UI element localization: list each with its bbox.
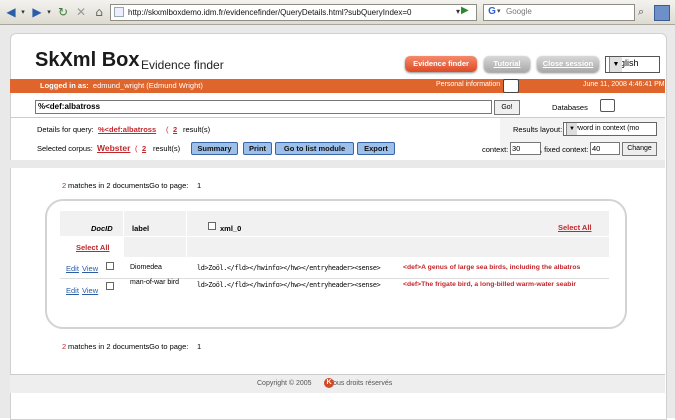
address-url: http://skxmlboxdemo.idm.fr/evidencefinde… <box>128 8 412 17</box>
goto-page-label-bottom: . Go to page: <box>145 342 189 351</box>
username: edmund_wright (Edmund Wright) <box>92 81 203 90</box>
logged-in-label: Logged in as: <box>40 81 89 90</box>
row-checkbox[interactable] <box>106 262 114 270</box>
export-button[interactable]: Export <box>357 142 395 155</box>
query-link[interactable]: %<def:albatross <box>98 125 156 134</box>
table-row: Edit View man-of-war bird ld>Zoöl.</fld>… <box>60 279 609 301</box>
count-open-paren: ( <box>166 125 169 134</box>
table-header-row: DocID label xml_0 Select All <box>60 211 609 236</box>
details-label: Details for query: <box>37 125 94 134</box>
row-checkbox[interactable] <box>106 282 114 290</box>
label-header: label <box>132 224 150 233</box>
back-dropdown-icon[interactable]: ▾ <box>19 4 27 20</box>
footer: Copyright © 2005 Tous droits réservés K <box>10 374 665 393</box>
corpus-link[interactable]: Webster <box>97 143 130 153</box>
stop-icon[interactable]: ✕ <box>74 4 88 20</box>
tutorial-button[interactable]: Tutorial <box>484 56 530 72</box>
view-link[interactable]: View <box>82 264 98 273</box>
goto-page-label: . Go to page: <box>145 181 189 190</box>
chevron-down-icon[interactable]: ▼ <box>566 123 577 135</box>
current-date: June 11, 2008 4:46:41 PM <box>583 81 665 88</box>
fixed-context-label: , fixed context: <box>540 145 589 154</box>
corpus-open-paren: ( <box>135 144 138 153</box>
personal-info-link[interactable]: Personal information <box>436 81 500 88</box>
result-count[interactable]: 2 <box>173 125 177 134</box>
search-placeholder: Google <box>506 7 532 16</box>
browser-toolbar: ◀ ▾ ▶ ▾ ↻ ✕ ⌂ http://skxmlboxdemo.idm.fr… <box>0 0 675 25</box>
corpus-label: Selected corpus: <box>37 144 93 153</box>
copyright-label: Copyright © 2005 <box>257 380 312 387</box>
row-label: Diomedea <box>130 264 162 271</box>
table-row: Edit View Diomedea ld>Zoöl.</fld></hwinf… <box>60 258 609 279</box>
address-dropdown-icon[interactable]: ▾ <box>456 7 460 16</box>
select-all-columns-link[interactable]: Select All <box>558 223 592 232</box>
page-number: 1 <box>197 181 202 190</box>
query-input[interactable]: %<def:albatross <box>35 100 492 114</box>
engine-dropdown-icon[interactable]: ▾ <box>497 7 501 15</box>
results-layout-label: Results layout: <box>513 125 563 134</box>
row-label: man-of-war bird <box>130 279 180 286</box>
xml-header: xml_0 <box>220 224 242 233</box>
edit-link[interactable]: Edit <box>66 264 79 273</box>
print-button[interactable]: Print <box>243 142 272 155</box>
edit-link[interactable]: Edit <box>66 286 79 295</box>
forward-dropdown-icon[interactable]: ▾ <box>45 4 53 20</box>
databases-icon[interactable] <box>600 99 615 112</box>
forward-icon[interactable]: ▶ <box>30 4 44 20</box>
context-input[interactable]: 30 <box>510 142 541 155</box>
go-button[interactable]: Go! <box>494 100 520 115</box>
row-hit: <def>A genus of large sea birds, includi… <box>403 264 581 271</box>
evidence-finder-button[interactable]: Evidence finder <box>405 56 477 72</box>
result-suffix: result(s) <box>183 125 211 134</box>
logged-in-info: Logged in as: edmund_wright (Edmund Wrig… <box>40 81 203 90</box>
matches-count: 2 <box>62 181 67 190</box>
chevron-down-icon[interactable]: ▼ <box>609 57 622 72</box>
extension-icon[interactable] <box>654 5 670 21</box>
xml-column-checkbox[interactable] <box>208 222 216 230</box>
home-icon[interactable]: ⌂ <box>92 4 106 20</box>
go-to-list-button[interactable]: Go to list module <box>275 142 354 155</box>
section-band <box>10 160 665 168</box>
select-all-rows-link[interactable]: Select All <box>76 243 110 252</box>
language-select[interactable]: English ▼ <box>605 56 660 73</box>
results-table: DocID label xml_0 Select All Select All … <box>60 211 609 309</box>
search-icon[interactable]: ⌕ <box>638 5 644 19</box>
view-link[interactable]: View <box>82 286 98 295</box>
user-bar: Logged in as: edmund_wright (Edmund Wrig… <box>10 79 665 93</box>
databases-label[interactable]: Databases <box>552 103 588 112</box>
matches-text: matches in 2 documents <box>68 181 150 190</box>
results-layout-select[interactable]: Keyword in context (mo ▼ <box>563 122 657 136</box>
address-bar[interactable]: http://skxmlboxdemo.idm.fr/evidencefinde… <box>110 4 477 21</box>
fixed-context-input[interactable]: 40 <box>590 142 620 155</box>
app-subtitle: Evidence finder <box>141 58 224 72</box>
company-logo-icon: K <box>324 378 334 388</box>
go-arrow-icon[interactable]: ▶ <box>461 5 473 17</box>
page-number-bottom[interactable]: 1 <box>197 342 201 351</box>
favicon-icon <box>114 7 124 17</box>
corpus-result-suffix: result(s) <box>153 144 181 153</box>
row-context: ld>Zoöl.</fld></hwinfo></hw></entryheade… <box>197 264 381 272</box>
row-context: ld>Zoöl.</fld></hwinfo></hw></entryheade… <box>197 281 381 289</box>
rights-label: Tous droits réservés <box>329 380 393 387</box>
matches-count-bottom: 2 <box>62 342 67 351</box>
change-button[interactable]: Change <box>622 142 657 156</box>
docid-header: DocID <box>91 224 113 233</box>
search-bar[interactable]: G ▾ Google <box>483 4 635 21</box>
context-label: context: <box>482 145 509 154</box>
close-session-button[interactable]: Close session <box>537 56 599 72</box>
back-icon[interactable]: ◀ <box>4 4 18 20</box>
matches-text-bottom: matches in 2 documents <box>68 342 150 351</box>
row-hit: <def>The frigate bird, a long-billed war… <box>403 281 576 288</box>
reload-icon[interactable]: ↻ <box>56 4 70 20</box>
app-logo: SkXml Box <box>35 49 140 71</box>
select-all-row: Select All <box>60 237 609 257</box>
personal-info-icon[interactable] <box>503 79 519 93</box>
summary-button[interactable]: Summary <box>191 142 238 155</box>
corpus-result-count[interactable]: 2 <box>142 144 146 153</box>
